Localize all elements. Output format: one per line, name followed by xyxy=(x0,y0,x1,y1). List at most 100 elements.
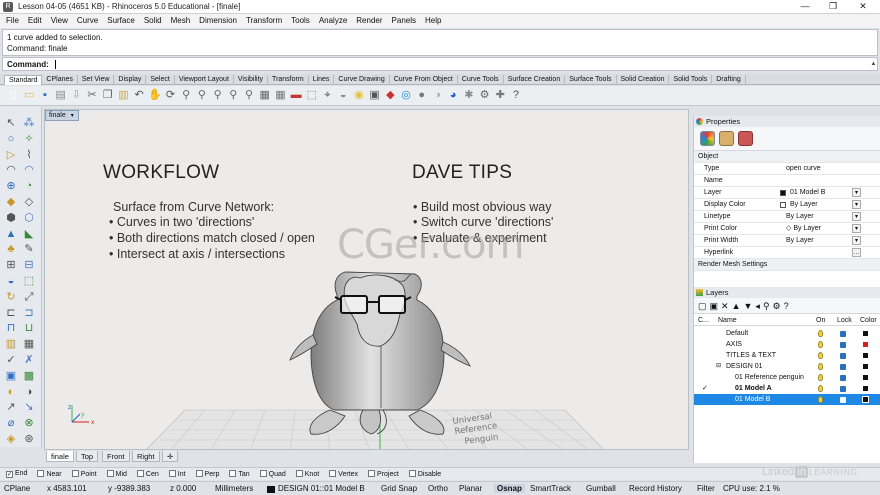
light-icon[interactable]: ◉ xyxy=(351,88,366,103)
status-toggle-osnap[interactable]: Osnap xyxy=(494,484,525,493)
viewport-layout-icon[interactable]: ▦ xyxy=(273,88,288,103)
toolbar-tab-select[interactable]: Select xyxy=(146,75,175,85)
modeling-tool-icon[interactable]: ⊏ xyxy=(4,307,18,320)
toolbar-tab-drafting[interactable]: Drafting xyxy=(712,75,746,85)
toolbar-tab-viewport-layout[interactable]: Viewport Layout xyxy=(175,75,234,85)
menu-file[interactable]: File xyxy=(6,16,19,25)
layer-row[interactable]: TITLES & TEXT xyxy=(694,350,880,361)
print-icon[interactable]: ▤ xyxy=(53,88,68,103)
layer-icon[interactable]: ▣ xyxy=(367,88,382,103)
modeling-tool-icon[interactable]: ⌇ xyxy=(22,149,36,162)
browse-icon[interactable]: … xyxy=(852,248,861,257)
modeling-tool-icon[interactable]: ⊛ xyxy=(22,433,36,446)
layer-color-swatch[interactable] xyxy=(862,385,869,392)
checkbox[interactable]: ✓ xyxy=(6,471,13,478)
command-history-scroll-icon[interactable]: ▲ xyxy=(869,58,878,70)
modeling-tool-icon[interactable]: ↻ xyxy=(4,291,18,304)
toolbar-tab-set-view[interactable]: Set View xyxy=(78,75,115,85)
material-icon[interactable] xyxy=(719,131,734,146)
modeling-tool-icon[interactable]: ♣ xyxy=(4,243,18,256)
render-icon[interactable]: ◑ xyxy=(430,88,445,103)
paste-icon[interactable]: ▥ xyxy=(116,88,131,103)
modeling-tool-icon[interactable]: ⊐ xyxy=(22,307,36,320)
viewport-tab-right[interactable]: Right xyxy=(132,451,160,462)
property-row-print-color[interactable]: Print Color ◇ By Layer ▾ xyxy=(694,223,880,235)
status-toggle-ortho[interactable]: Ortho xyxy=(428,484,448,493)
dropdown-arrow-icon[interactable]: ▾ xyxy=(852,200,861,209)
modeling-tool-icon[interactable]: ▦ xyxy=(22,338,36,351)
plugin-icon[interactable]: ✚ xyxy=(493,88,508,103)
checkbox[interactable] xyxy=(329,470,337,477)
toolbar-tab-lines[interactable]: Lines xyxy=(309,75,335,85)
zoom-dynamic-icon[interactable]: ⚲ xyxy=(179,88,194,103)
modeling-tool-icon[interactable]: ✓ xyxy=(4,354,18,367)
checkbox[interactable] xyxy=(195,470,203,477)
menu-help[interactable]: Help xyxy=(425,16,441,25)
menu-curve[interactable]: Curve xyxy=(77,16,98,25)
menu-transform[interactable]: Transform xyxy=(246,16,282,25)
open-file-icon[interactable]: ▭ xyxy=(22,88,37,103)
status-toggle-grid-snap[interactable]: Grid Snap xyxy=(381,484,417,493)
lightbulb-icon[interactable] xyxy=(818,396,823,403)
object-color-icon[interactable] xyxy=(700,131,715,146)
toolbar-tab-transform[interactable]: Transform xyxy=(268,75,309,85)
lock-icon[interactable] xyxy=(840,364,846,370)
lightbulb-icon[interactable] xyxy=(818,374,823,381)
lock-icon[interactable] xyxy=(840,375,846,381)
shade-icon[interactable]: ● xyxy=(414,88,429,103)
layer-row[interactable]: Default xyxy=(694,328,880,339)
new-file-icon[interactable]: ▯ xyxy=(6,88,21,103)
osnap-mid[interactable]: Mid xyxy=(106,470,127,478)
checkbox[interactable] xyxy=(106,470,114,477)
status-toggle-planar[interactable]: Planar xyxy=(459,484,482,493)
settings-icon[interactable]: ⚙ xyxy=(773,301,784,311)
lightbulb-icon[interactable] xyxy=(818,363,823,370)
import-icon[interactable]: ⇩ xyxy=(69,88,84,103)
osnap-disable[interactable]: Disable xyxy=(408,470,441,478)
display-icon[interactable]: ◎ xyxy=(399,88,414,103)
checkbox[interactable] xyxy=(37,470,45,477)
modeling-tool-icon[interactable]: ▩ xyxy=(22,370,36,383)
property-row-display-color[interactable]: Display Color By Layer ▾ xyxy=(694,199,880,211)
add-viewport-tab-icon[interactable]: ✛ xyxy=(162,451,179,462)
modeling-tool-icon[interactable]: ⌀ xyxy=(4,417,18,430)
property-row-linetype[interactable]: Linetype By Layer ▾ xyxy=(694,211,880,223)
modeling-tool-icon[interactable]: ▲ xyxy=(4,228,18,241)
toolbar-tab-display[interactable]: Display xyxy=(114,75,147,85)
menu-dimension[interactable]: Dimension xyxy=(199,16,237,25)
osnap-knot[interactable]: Knot xyxy=(295,470,319,478)
set-view-icon[interactable]: ▦ xyxy=(257,88,272,103)
modeling-tool-icon[interactable]: ◠ xyxy=(22,164,36,177)
save-icon[interactable]: ▪ xyxy=(37,88,52,103)
modeling-tool-icon[interactable]: ⊞ xyxy=(4,259,18,272)
checkbox[interactable] xyxy=(408,470,416,477)
dropdown-arrow-icon[interactable]: ▾ xyxy=(852,212,861,221)
layer-color-swatch[interactable] xyxy=(862,396,869,403)
lock-icon[interactable]: ◒ xyxy=(336,88,351,103)
viewport-perspective[interactable]: WORKFLOW Surface from Curve Network: • C… xyxy=(44,109,689,450)
color-icon[interactable]: ◆ xyxy=(383,88,398,103)
modeling-tool-icon[interactable]: ✧ xyxy=(22,133,36,146)
layer-color-swatch[interactable] xyxy=(862,363,869,370)
cplane-label[interactable]: CPlane xyxy=(4,484,30,493)
gear-icon[interactable]: ⚙ xyxy=(477,88,492,103)
status-toggle-record-history[interactable]: Record History xyxy=(629,484,682,493)
checkbox[interactable] xyxy=(368,470,376,477)
modeling-tool-icon[interactable]: ↖ xyxy=(4,117,18,130)
zoom-all-icon[interactable]: ⚲ xyxy=(242,88,257,103)
status-toggle-smarttrack[interactable]: SmartTrack xyxy=(530,484,571,493)
property-row-layer[interactable]: Layer 01 Model B ▾ xyxy=(694,187,880,199)
lock-icon[interactable] xyxy=(840,353,846,359)
layer-row[interactable]: AXIS xyxy=(694,339,880,350)
checkbox[interactable] xyxy=(295,470,303,477)
parent-icon[interactable]: ◂ xyxy=(755,301,763,311)
render-mesh-settings[interactable]: Render Mesh Settings xyxy=(694,259,880,271)
status-toggle-filter[interactable]: Filter xyxy=(697,484,715,493)
help-icon[interactable]: ? xyxy=(784,301,792,311)
modeling-tool-icon[interactable]: ⬚ xyxy=(22,275,36,288)
viewport-tab-top[interactable]: Top xyxy=(76,451,99,462)
layer-row[interactable]: ⊟ DESIGN 01 xyxy=(694,361,880,372)
modeling-tool-icon[interactable]: ⊓ xyxy=(4,322,18,335)
move-down-icon[interactable]: ▼ xyxy=(744,301,756,311)
current-layer-check-icon[interactable]: ✓ xyxy=(702,383,708,394)
